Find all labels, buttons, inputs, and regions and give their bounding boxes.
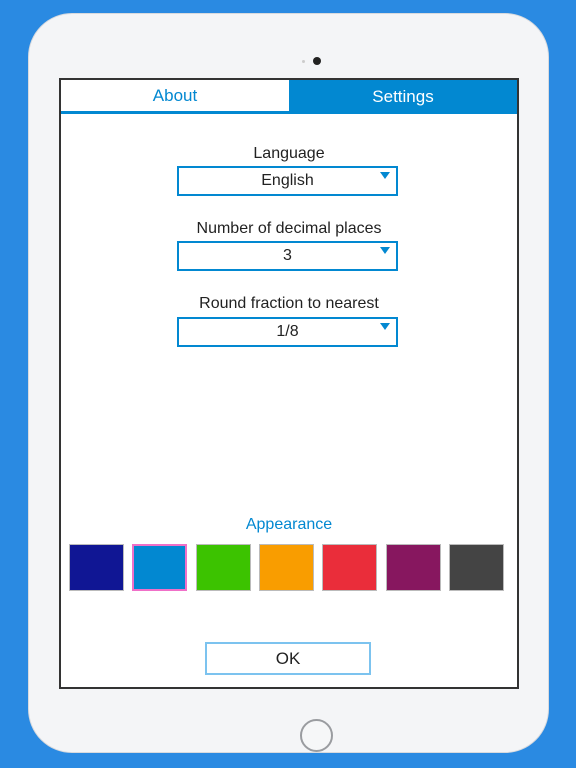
language-select[interactable]: English — [177, 166, 398, 196]
color-swatch[interactable] — [385, 544, 441, 591]
language-value: English — [261, 172, 314, 189]
dropdown-arrow-icon — [380, 247, 390, 254]
home-button[interactable] — [300, 719, 333, 752]
decimal-places-value: 3 — [283, 247, 292, 264]
color-swatch[interactable] — [258, 544, 314, 591]
color-swatch[interactable] — [322, 544, 378, 591]
camera — [313, 57, 321, 65]
sensor — [302, 60, 305, 63]
dropdown-arrow-icon — [380, 172, 390, 179]
color-swatch[interactable] — [448, 544, 504, 591]
decimal-places-label: Number of decimal places — [196, 220, 382, 237]
settings-screen: About Settings Language English Number o… — [59, 78, 519, 689]
language-label: Language — [253, 145, 325, 162]
tab-bar: About Settings — [61, 80, 517, 114]
color-swatch[interactable] — [195, 544, 251, 591]
appearance-label: Appearance — [245, 516, 333, 533]
color-swatch[interactable] — [69, 544, 124, 591]
round-fraction-select[interactable]: 1/8 — [177, 317, 398, 347]
dropdown-arrow-icon — [380, 323, 390, 330]
tab-about[interactable]: About — [61, 80, 289, 114]
tab-settings[interactable]: Settings — [289, 80, 517, 114]
color-swatch[interactable] — [132, 544, 188, 591]
round-fraction-label: Round fraction to nearest — [199, 295, 379, 312]
round-fraction-value: 1/8 — [276, 323, 299, 340]
ok-button[interactable]: OK — [205, 642, 371, 675]
decimal-places-select[interactable]: 3 — [177, 241, 398, 271]
